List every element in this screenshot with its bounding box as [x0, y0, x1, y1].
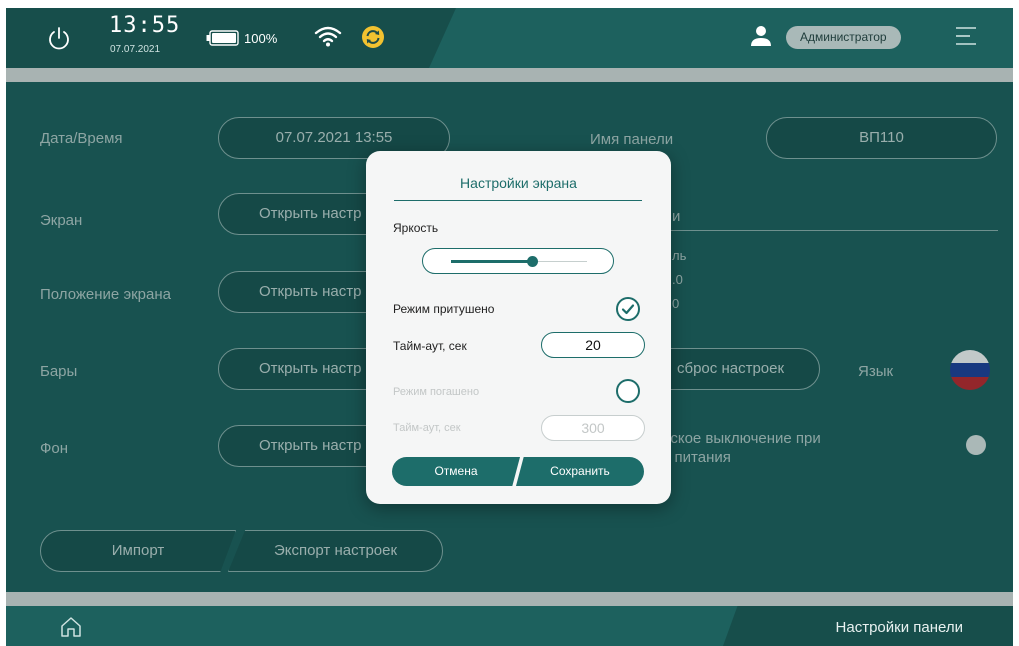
status-bar: 13:55 07.07.2021 100% Администратор [6, 8, 1013, 68]
brightness-slider[interactable] [422, 248, 614, 274]
dim-mode-label: Режим притушено [393, 302, 495, 316]
brightness-fill [451, 260, 533, 263]
off-mode-checkbox[interactable] [616, 379, 640, 403]
brightness-label: Яркость [393, 221, 439, 235]
battery-level: 100% [244, 31, 278, 46]
bottom-bar: Настройки панели [6, 606, 1013, 646]
save-button[interactable]: Сохранить [516, 457, 644, 486]
off-mode-label: Режим погашено [393, 386, 480, 398]
menu-icon[interactable] [954, 25, 978, 47]
top-divider [6, 68, 1013, 82]
wifi-icon [314, 26, 342, 47]
off-timeout-input[interactable]: 300 [541, 415, 645, 441]
brightness-handle[interactable] [527, 256, 539, 267]
dialog-title-underline [394, 200, 642, 201]
dialog-title: Настройки экрана [460, 175, 577, 191]
bottom-divider [6, 592, 1013, 606]
clock-date: 07.07.2021 [110, 44, 161, 55]
cancel-button[interactable]: Отмена [392, 457, 520, 486]
clock-time: 13:55 [109, 13, 181, 38]
dim-timeout-label: Тайм-аут, сек [393, 339, 467, 353]
home-icon[interactable] [60, 616, 82, 638]
user-icon [751, 26, 771, 46]
dim-mode-checkbox[interactable] [616, 297, 640, 321]
power-icon[interactable] [46, 26, 72, 52]
page-title: Настройки панели [835, 619, 963, 636]
off-timeout-label: Тайм-аут, сек [393, 422, 461, 434]
dim-timeout-input[interactable]: 20 [541, 332, 645, 358]
sync-icon[interactable] [361, 25, 385, 49]
battery-icon [206, 30, 239, 46]
checkmark-icon [621, 304, 635, 315]
user-badge[interactable]: Администратор [786, 26, 901, 49]
screen-settings-dialog: Настройки экрана Яркость Режим притушено… [366, 151, 671, 504]
